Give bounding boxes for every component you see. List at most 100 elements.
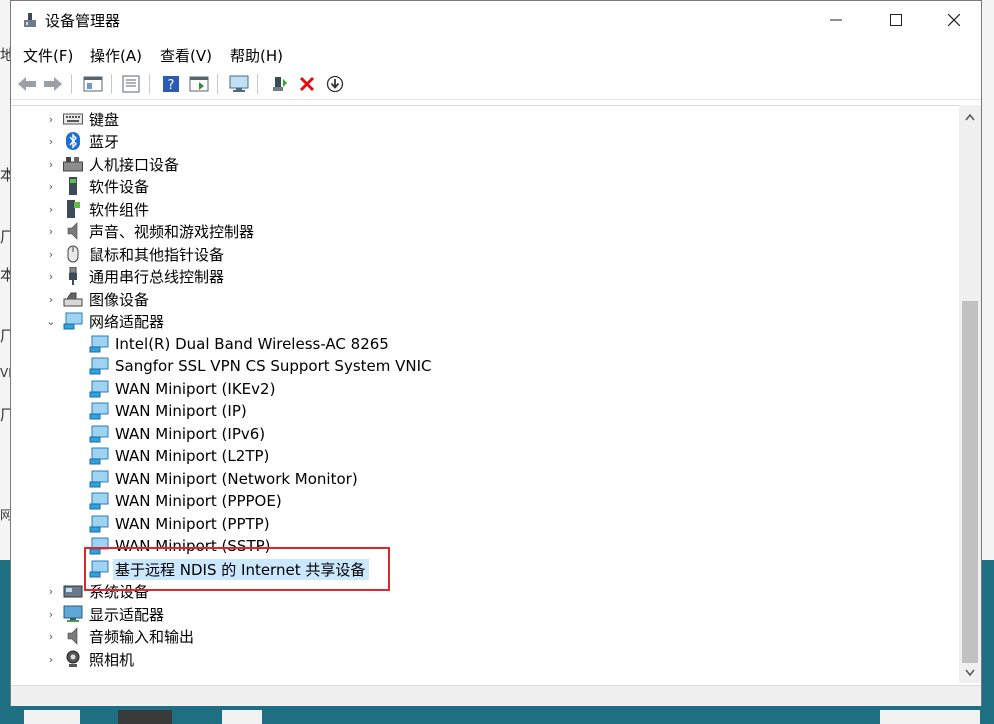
tree-item-software-device[interactable]: › 软件设备 [45,175,149,197]
hid-icon [63,155,83,173]
menu-action[interactable]: 操作(A) [90,45,142,66]
tree-item-network-adapters[interactable]: ⌄ 网络适配器 [45,310,164,332]
bluetooth-icon [63,132,83,150]
tree-item-hid[interactable]: › 人机接口设备 [45,153,179,175]
audio-io-icon [63,627,83,645]
expand-arrow-icon[interactable]: › [45,180,57,193]
network-adapter-icon [89,335,109,353]
background-window-right [980,0,994,560]
expand-arrow-icon[interactable]: › [45,135,57,148]
collapse-arrow-icon[interactable]: ⌄ [45,315,57,328]
network-adapter-item[interactable]: WAN Miniport (PPTP) [89,513,270,535]
tree-item-label: 软件设备 [89,177,150,196]
expand-arrow-icon[interactable]: › [45,630,57,643]
install-device-button[interactable] [323,73,347,95]
expand-arrow-icon[interactable]: › [45,203,57,216]
system-device-icon [63,582,83,600]
expand-arrow-icon[interactable]: › [45,248,57,261]
properties-button[interactable] [119,73,143,95]
tree-item-display-adapters[interactable]: › 显示适配器 [45,603,164,625]
tree-item-imaging[interactable]: › 图像设备 [45,288,149,310]
expand-arrow-icon[interactable]: › [45,113,57,126]
display-adapter-icon [63,605,83,623]
tree-item-label: 鼠标和其他指针设备 [89,245,225,264]
expand-arrow-icon[interactable]: › [45,158,57,171]
network-adapter-item[interactable]: WAN Miniport (IPv6) [89,423,265,445]
tree-item-label: 音频输入和输出 [89,627,195,646]
tree-item-cameras[interactable]: › 照相机 [45,648,134,670]
expand-arrow-icon[interactable]: › [45,270,57,283]
taskbar-item[interactable] [222,710,262,724]
network-adapter-item[interactable]: WAN Miniport (PPPOE) [89,490,282,512]
maximize-button[interactable] [867,1,925,39]
scan-hardware-button[interactable] [227,73,251,95]
back-button[interactable] [15,73,39,95]
minimize-button[interactable] [807,1,865,39]
tree-item-usb[interactable]: › 通用串行总线控制器 [45,265,224,287]
tree-item-audio-io[interactable]: › 音频输入和输出 [45,625,194,647]
tree-item-label: 照相机 [89,650,135,669]
network-adapter-icon [89,380,109,398]
help-button[interactable]: ? [159,73,183,95]
menu-file[interactable]: 文件(F) [23,45,73,66]
maximize-icon [890,14,902,26]
device-tree[interactable]: › 键盘 › 蓝牙 › 人机接口设备 › 软件设备 › 软件组件 › 声音、视频… [11,105,959,684]
tree-item-keyboard[interactable]: › 键盘 [45,108,119,130]
expand-arrow-icon[interactable]: › [45,653,57,666]
scroll-down-button[interactable] [959,663,981,683]
show-hide-console-tree-button[interactable] [81,73,105,95]
minimize-icon [830,19,842,21]
network-adapter-item[interactable]: Intel(R) Dual Band Wireless-AC 8265 [89,333,389,355]
taskbar-item[interactable] [880,710,980,724]
network-adapter-item[interactable]: WAN Miniport (Network Monitor) [89,468,358,490]
menu-help[interactable]: 帮助(H) [230,45,283,66]
svg-text:?: ? [168,78,175,93]
mouse-icon [63,245,83,263]
network-adapter-item[interactable]: WAN Miniport (L2TP) [89,445,269,467]
help-icon: ? [163,76,179,93]
tree-item-software-component[interactable]: › 软件组件 [45,198,149,220]
window-title: 设备管理器 [45,12,121,30]
tree-item-label: 图像设备 [89,290,150,309]
software-component-icon [63,200,83,218]
expand-arrow-icon[interactable]: › [45,608,57,621]
network-adapter-icon [89,515,109,533]
network-adapter-item[interactable]: WAN Miniport (IKEv2) [89,378,275,400]
tree-item-bluetooth[interactable]: › 蓝牙 [45,130,119,152]
tree-item-label: 声音、视频和游戏控制器 [89,222,255,241]
title-bar[interactable]: 设备管理器 [11,1,981,39]
network-adapter-icon [89,470,109,488]
expand-arrow-icon[interactable]: › [45,585,57,598]
device-manager-icon [24,13,36,27]
expand-arrow-icon[interactable]: › [45,225,57,238]
close-button[interactable] [925,1,983,39]
forward-button[interactable] [41,73,65,95]
tree-item-sound-video-game[interactable]: › 声音、视频和游戏控制器 [45,220,254,242]
download-circle-icon [326,75,344,93]
scroll-up-button[interactable] [959,107,981,127]
toolbar-separator [111,74,112,94]
expand-arrow-icon[interactable]: › [45,293,57,306]
network-adapter-item[interactable]: WAN Miniport (IP) [89,400,247,422]
taskbar-item[interactable] [118,710,172,724]
usb-icon [63,267,83,285]
tree-item-label: WAN Miniport (PPPOE) [115,492,282,510]
speaker-icon [63,222,83,240]
action-pane-button[interactable] [187,73,211,95]
network-adapter-icon [89,402,109,420]
highlight-annotation-box [84,547,390,591]
update-driver-button[interactable] [267,73,291,95]
console-tree-icon [83,76,103,92]
tree-item-mouse[interactable]: › 鼠标和其他指针设备 [45,243,224,265]
network-adapter-icon [89,425,109,443]
menu-view[interactable]: 查看(V) [160,45,212,66]
forward-arrow-icon [44,77,62,91]
device-manager-window: 设备管理器 文件(F) 操作(A) 查看(V) 帮助(H) ? › 键盘 › 蓝… [10,0,982,706]
tree-item-label: WAN Miniport (Network Monitor) [115,470,358,488]
vertical-scrollbar[interactable] [959,105,981,683]
taskbar-item[interactable] [24,710,80,724]
uninstall-device-button[interactable] [295,73,319,95]
scrollbar-thumb[interactable] [962,301,978,663]
network-adapter-item[interactable]: Sangfor SSL VPN CS Support System VNIC [89,355,432,377]
network-adapter-icon [63,312,83,330]
